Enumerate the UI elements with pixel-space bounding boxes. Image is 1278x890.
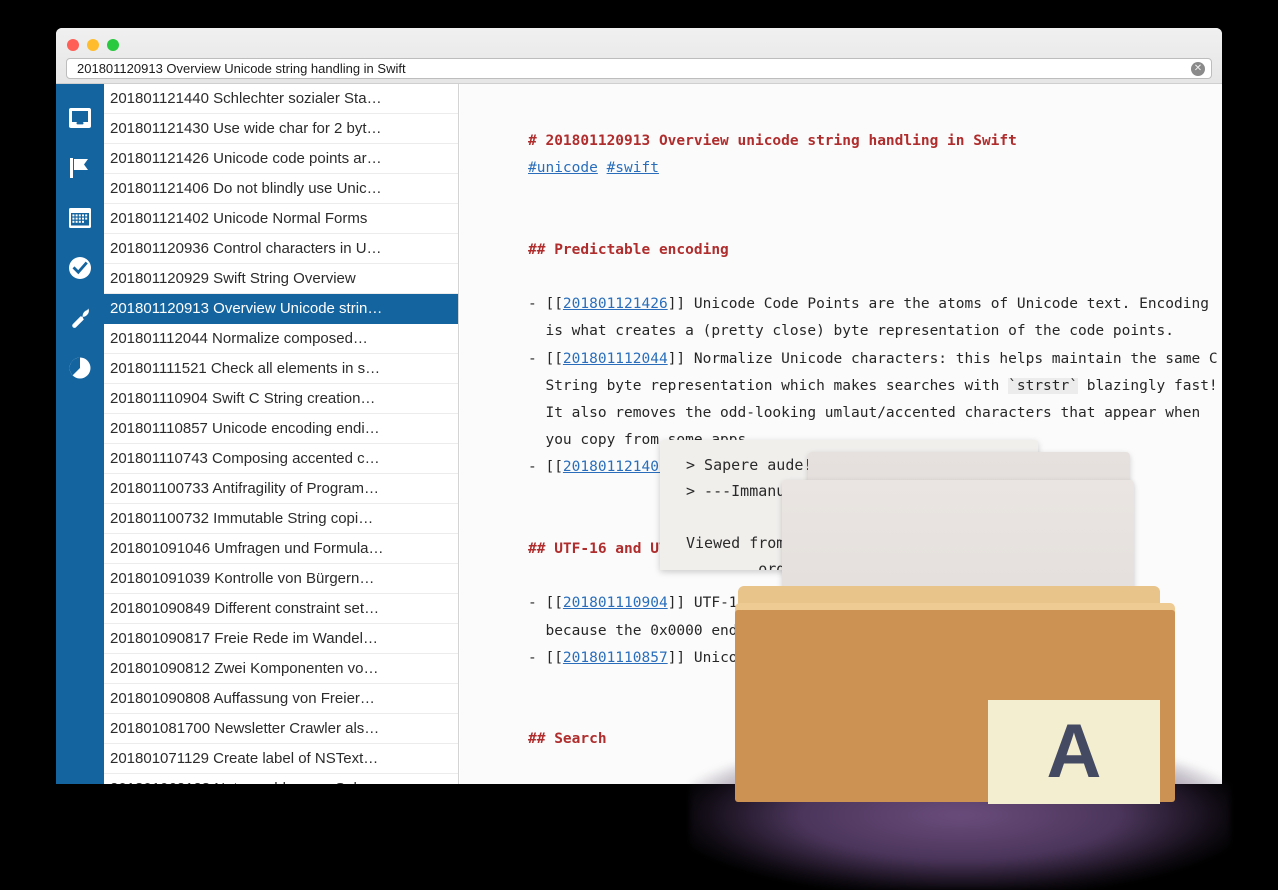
close-window-button[interactable]	[67, 39, 79, 51]
note-list-item[interactable]: 201801121440 Schlechter sozialer Sta…	[104, 84, 458, 114]
inbox-icon	[68, 107, 92, 129]
check-circle-icon	[68, 256, 92, 280]
note-list-item[interactable]: 201801120913 Overview Unicode strin…	[104, 294, 458, 324]
rail-item-stats[interactable]	[56, 348, 104, 388]
note-section-heading: ## UTF-16 and UTF-32 specialties	[528, 541, 808, 558]
rail-item-flagged[interactable]	[56, 148, 104, 188]
wiki-link[interactable]: 201801110857	[563, 650, 668, 666]
app-window: ✕	[56, 28, 1222, 784]
note-bullet: - [[201801110904]] UTF-16 for eve	[528, 595, 817, 612]
note-list-item[interactable]: 201801090808 Auffassung von Freier…	[104, 684, 458, 714]
note-list-item[interactable]: 201801090849 Different constraint set…	[104, 594, 458, 624]
note-list-item[interactable]: 201801112044 Normalize composed…	[104, 324, 458, 354]
note-bullet: - [[201801112044]] Normalize Unicode cha…	[528, 350, 1218, 367]
inline-code: `strstr`	[1008, 377, 1078, 394]
note-list-item[interactable]: 201801110904 Swift C String creation…	[104, 384, 458, 414]
note-bullet-cont: It also removes the odd-looking umlaut/a…	[528, 405, 1201, 422]
wiki-link[interactable]: 201801121406	[563, 459, 668, 475]
note-list-item[interactable]: 201801100733 Antifragility of Program…	[104, 474, 458, 504]
window-body: 201801121440 Schlechter sozialer Sta… 201…	[56, 84, 1222, 784]
note-list-item[interactable]: 201801110857 Unicode encoding endi…	[104, 414, 458, 444]
note-list-item[interactable]: 201801120929 Swift String Overview	[104, 264, 458, 294]
note-title: # 201801120913 Overview unicode string h…	[528, 133, 1017, 149]
note-section-heading: ## Predictable encoding	[528, 241, 729, 258]
note-list-item[interactable]: 201801090817 Freie Rede im Wandel…	[104, 624, 458, 654]
note-list-item[interactable]: 201801090812 Zwei Komponenten vo…	[104, 654, 458, 684]
minimize-window-button[interactable]	[87, 39, 99, 51]
note-bullet-cont: String byte representation which makes s…	[528, 377, 1218, 394]
tag-link[interactable]: #swift	[607, 160, 659, 176]
calendar-icon	[68, 207, 92, 229]
note-bullet-cont: you copy from some apps.	[528, 432, 755, 449]
note-list-item[interactable]: 201801091039 Kontrolle von Bürgern…	[104, 564, 458, 594]
note-list-item[interactable]: 201801121406 Do not blindly use Unic…	[104, 174, 458, 204]
clear-search-icon[interactable]: ✕	[1191, 62, 1205, 76]
wiki-link[interactable]: 201801110904	[563, 595, 668, 611]
note-list-item[interactable]: 201801081700 Newsletter Crawler als…	[104, 714, 458, 744]
note-list-item[interactable]: 201801062128 Nutzerzahlen von Sehr…	[104, 774, 458, 784]
rail-item-calendar[interactable]	[56, 198, 104, 238]
note-section-heading: ## Search	[528, 731, 607, 748]
note-list-item[interactable]: 201801091046 Umfragen und Formula…	[104, 534, 458, 564]
note-bullet: - [[201801110857]] Unicode enco	[528, 649, 799, 666]
note-list-item[interactable]: 201801100732 Immutable String copi…	[104, 504, 458, 534]
wrench-icon	[68, 306, 92, 330]
rail-item-inbox[interactable]	[56, 98, 104, 138]
note-bullet-cont: is what creates a (pretty close) byte re…	[528, 323, 1175, 340]
note-list-item[interactable]: 201801110743 Composing accented c…	[104, 444, 458, 474]
note-bullet: - [[201711291433]] String.conta	[528, 781, 1218, 784]
note-list-item[interactable]: 201801111521 Check all elements in s…	[104, 354, 458, 384]
window-titlebar: ✕	[56, 28, 1222, 84]
rail-item-tasks[interactable]	[56, 248, 104, 288]
note-list[interactable]: 201801121440 Schlechter sozialer Sta… 201…	[104, 84, 459, 784]
note-list-item[interactable]: 201801121430 Use wide char for 2 byt…	[104, 114, 458, 144]
icon-rail	[56, 84, 104, 784]
note-bullet-cont: because the 0x0000 endian par	[528, 622, 799, 639]
note-list-item[interactable]: 201801120936 Control characters in U…	[104, 234, 458, 264]
search-input[interactable]	[66, 58, 1212, 79]
maximize-window-button[interactable]	[107, 39, 119, 51]
note-markdown-body: # 201801120913 Overview unicode string h…	[460, 84, 1222, 784]
note-list-item[interactable]: 201801121426 Unicode code points ar…	[104, 144, 458, 174]
wiki-link[interactable]: 201801121426	[563, 296, 668, 312]
flag-icon	[68, 156, 92, 180]
rail-item-tools[interactable]	[56, 298, 104, 338]
wiki-link[interactable]: 201801112044	[563, 351, 668, 367]
note-list-item[interactable]: 201801121402 Unicode Normal Forms	[104, 204, 458, 234]
pie-chart-icon	[68, 356, 92, 380]
note-tags: #unicode #swift	[528, 155, 1218, 182]
note-bullet: - [[201801121406]] Do not blindly use	[528, 459, 860, 476]
note-list-item[interactable]: 201801071129 Create label of NSText…	[104, 744, 458, 774]
tag-link[interactable]: #unicode	[528, 160, 598, 176]
note-content-panel: # 201801120913 Overview unicode string h…	[460, 84, 1222, 784]
omnibar-container: ✕	[66, 58, 1212, 79]
note-bullet: - [[201801121426]] Unicode Code Points a…	[528, 296, 1209, 313]
